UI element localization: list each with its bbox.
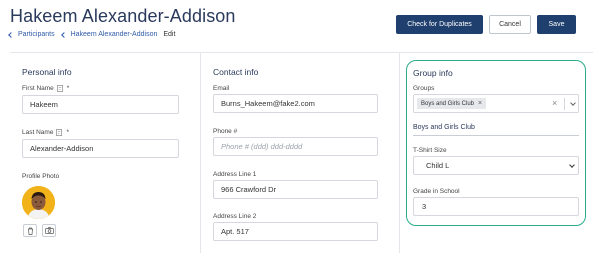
avatar-image — [22, 186, 55, 219]
chevron-down-icon[interactable] — [570, 100, 576, 106]
phone-field[interactable]: Phone # (ddd) ddd-dddd — [213, 137, 378, 156]
group-info-title: Group info — [413, 68, 453, 78]
address-line2-field[interactable]: Apt. 517 — [213, 222, 378, 241]
avatar — [22, 186, 55, 219]
contact-info-title: Contact info — [213, 67, 259, 77]
required-mark: * — [66, 85, 70, 92]
address-line1-field[interactable]: 966 Crawford Dr — [213, 180, 378, 199]
contact-info-section: Contact info Email Burns_Hakeem@fake2.co… — [201, 53, 399, 253]
tshirt-size-value: Child L — [426, 161, 450, 170]
breadcrumb: Participants Hakeem Alexander-Addison Ed… — [8, 31, 176, 38]
email-label: Email — [213, 85, 230, 92]
tshirt-size-label: T-Shirt Size — [413, 147, 447, 154]
last-name-label: Last Name * — [22, 129, 69, 136]
breadcrumb-participants-link[interactable]: Participants — [18, 31, 55, 38]
required-mark: * — [66, 129, 69, 136]
trash-icon — [27, 227, 33, 235]
phone-label: Phone # — [213, 128, 238, 135]
page-title: Hakeem Alexander-Addison — [10, 6, 236, 26]
remove-tag-button[interactable]: × — [478, 100, 482, 107]
group-tag-label: Boys and Girls Club — [421, 100, 475, 107]
select-separator — [564, 98, 565, 110]
chevron-down-icon — [569, 162, 575, 168]
upload-photo-button[interactable] — [42, 224, 56, 237]
subsection-title: Boys and Girls Club — [413, 124, 475, 131]
chevron-left-icon — [60, 31, 67, 38]
check-duplicates-button[interactable]: Check for Duplicates — [396, 15, 483, 34]
address-line1-label: Address Line 1 — [213, 171, 257, 178]
grade-field[interactable]: 3 — [413, 197, 579, 216]
save-button[interactable]: Save — [537, 15, 576, 34]
subsection-divider — [413, 135, 579, 136]
breadcrumb-person-link[interactable]: Hakeem Alexander-Addison — [71, 31, 158, 38]
profile-photo-label: Profile Photo — [22, 173, 60, 180]
last-name-field[interactable]: Alexander-Addison — [22, 139, 179, 158]
chevron-left-icon — [8, 31, 14, 38]
breadcrumb-current: Edit — [163, 31, 176, 38]
groups-select[interactable]: Boys and Girls Club × × — [413, 94, 579, 113]
address-line2-label: Address Line 2 — [213, 213, 257, 220]
email-field[interactable]: Burns_Hakeem@fake2.com — [213, 94, 378, 113]
tshirt-size-select[interactable]: Child L — [413, 156, 579, 175]
first-name-label: First Name * — [22, 85, 69, 92]
last-name-label-text: Last Name — [22, 129, 54, 136]
cancel-button[interactable]: Cancel — [489, 15, 531, 34]
edit-note-icon — [56, 85, 63, 92]
group-tag: Boys and Girls Club × — [417, 98, 487, 109]
personal-info-title: Personal info — [22, 67, 72, 77]
camera-icon — [44, 227, 54, 234]
grade-label: Grade in School — [413, 188, 460, 195]
clear-icon[interactable]: × — [552, 98, 557, 108]
column-divider — [399, 53, 400, 253]
groups-label: Groups — [413, 85, 435, 92]
first-name-field[interactable]: Hakeem — [22, 95, 179, 114]
personal-info-section: Personal info First Name * Hakeem Last N… — [10, 53, 200, 253]
group-info-section: Group info Groups Boys and Girls Club × … — [406, 60, 586, 226]
edit-note-icon — [56, 129, 63, 136]
first-name-label-text: First Name — [22, 85, 54, 92]
delete-photo-button[interactable] — [23, 224, 37, 237]
